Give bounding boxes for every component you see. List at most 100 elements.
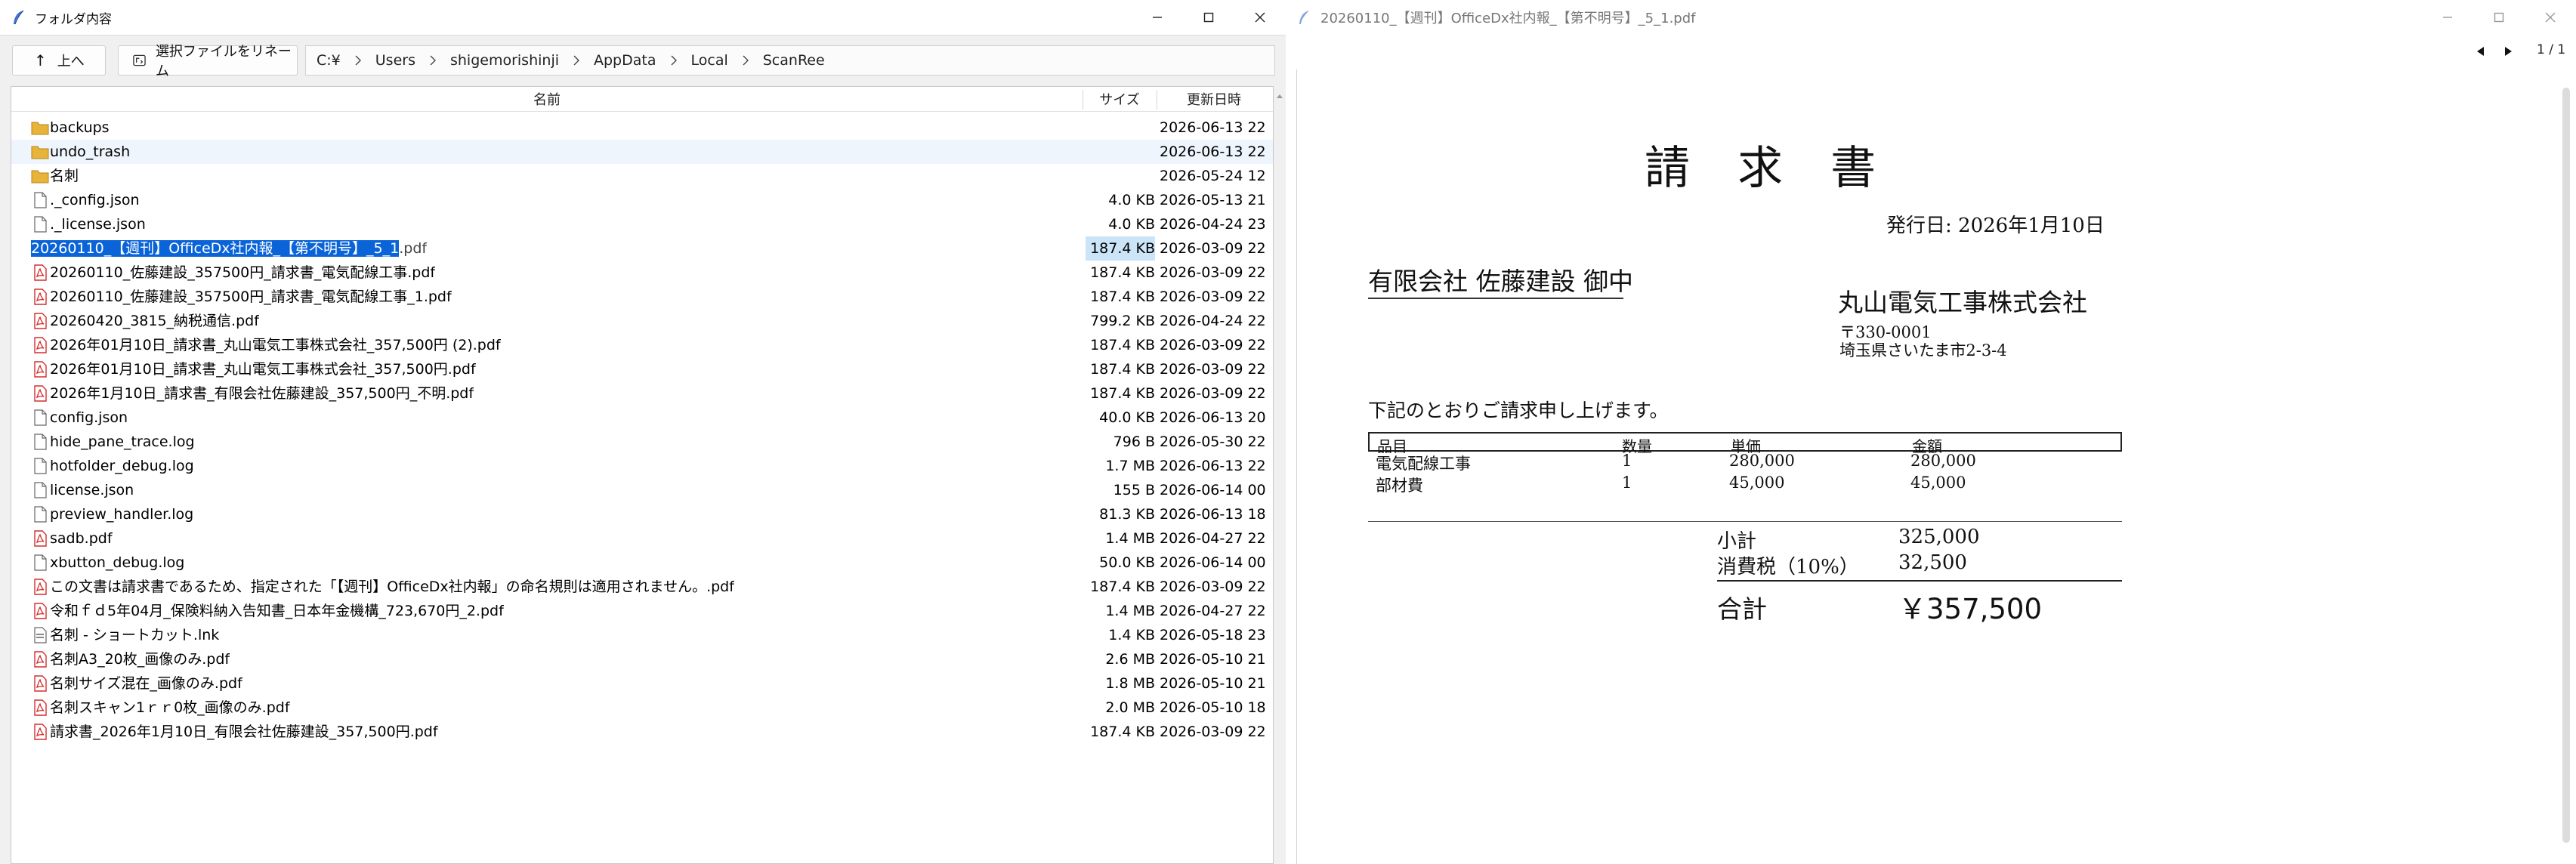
scroll-up-icon[interactable] (1275, 92, 1284, 101)
file-row[interactable]: 名刺 - ショートカット.lnk 1.4 KB 2026-05-18 23 (11, 623, 1273, 647)
file-row[interactable]: ._config.json 4.0 KB 2026-05-13 21 (11, 188, 1273, 212)
breadcrumb-item[interactable]: AppData (594, 52, 656, 69)
file-row[interactable]: license.json 155 B 2026-06-14 00 (11, 478, 1273, 502)
next-page-button[interactable] (2499, 42, 2517, 60)
file-name[interactable]: 20260110_佐藤建設_357500円_請求書_電気配線工事.pdf (50, 261, 435, 285)
file-name[interactable]: この文書は請求書であるため、指定された「【週刊】OfficeDx社内報」の命名規… (50, 575, 734, 599)
size-column-header[interactable]: サイズ (1083, 87, 1156, 111)
pdf-file-icon (31, 651, 49, 668)
issuer-address: 埼玉県さいたま市2-3-4 (1839, 341, 2007, 359)
chevron-right-icon (743, 55, 749, 66)
file-row[interactable]: 2026年1月10日_請求書_有限会社佐藤建設_357,500円_不明.pdf 1… (11, 381, 1273, 406)
file-size: 40.0 KB (1099, 409, 1155, 426)
file-name[interactable]: hide_pane_trace.log (50, 430, 195, 454)
file-row[interactable]: preview_handler.log 81.3 KB 2026-06-13 18 (11, 502, 1273, 526)
file-name[interactable]: ._license.json (50, 212, 146, 236)
close-icon (2545, 12, 2556, 23)
folder-window-titlebar[interactable]: フォルダ内容 (0, 0, 1286, 35)
file-name[interactable]: ._config.json (50, 188, 140, 212)
file-row[interactable]: hide_pane_trace.log 796 B 2026-05-30 22 (11, 430, 1273, 454)
file-name[interactable]: config.json (50, 406, 128, 430)
file-name[interactable]: license.json (50, 478, 134, 502)
file-row[interactable]: hotfolder_debug.log 1.7 MB 2026-06-13 22 (11, 454, 1273, 478)
prev-page-button[interactable] (2472, 42, 2490, 60)
file-modified: 2026-06-13 20 (1160, 409, 1266, 426)
file-list[interactable]: 名前 サイズ 更新日時 backups 2026-06-13 22 undo_tra… (11, 86, 1274, 864)
issuer-company: 丸山電気工事株式会社 (1838, 288, 2087, 317)
pane-splitter[interactable] (1274, 86, 1286, 864)
triangle-right-icon (2505, 47, 2512, 56)
file-extension: .pdf (399, 240, 428, 257)
breadcrumb-item[interactable]: Local (691, 52, 728, 69)
file-row[interactable]: sadb.pdf 1.4 MB 2026-04-27 22 (11, 526, 1273, 551)
pdf-canvas[interactable]: 請 求 書 発行日: 2026年1月10日 有限会社 佐藤建設 御中 丸山電気工… (1296, 69, 2560, 864)
file-row[interactable]: xbutton_debug.log 50.0 KB 2026-06-14 00 (11, 551, 1273, 575)
file-row[interactable]: config.json 40.0 KB 2026-06-13 20 (11, 406, 1273, 430)
file-name[interactable]: preview_handler.log (50, 502, 193, 526)
close-button[interactable] (2525, 0, 2576, 35)
file-row[interactable]: 2026年01月10日_請求書_丸山電気工事株式会社_357,500円.pdf 1… (11, 357, 1273, 381)
minimize-button[interactable] (2422, 0, 2473, 35)
file-name[interactable]: 名刺スキャン1ｒｒ0枚_画像のみ.pdf (50, 696, 290, 720)
name-column-header[interactable]: 名前 (11, 87, 1083, 111)
maximize-button[interactable] (1183, 0, 1234, 35)
row-unit-price: 280,000 (1729, 452, 1795, 470)
file-name[interactable]: sadb.pdf (50, 526, 113, 551)
folder-row[interactable]: undo_trash 2026-06-13 22 (11, 140, 1273, 164)
up-button[interactable]: ↑ 上へ (12, 45, 106, 76)
file-row[interactable]: 20260420_3815_納税通信.pdf 799.2 KB 2026-04-24… (11, 309, 1273, 333)
file-row[interactable]: この文書は請求書であるため、指定された「【週刊】OfficeDx社内報」の命名規… (11, 575, 1273, 599)
file-row[interactable]: 2026年01月10日_請求書_丸山電気工事株式会社_357,500円 (2).… (11, 333, 1273, 357)
file-modified: 2026-05-10 21 (1160, 675, 1266, 692)
file-name[interactable]: xbutton_debug.log (50, 551, 184, 575)
maximize-button[interactable] (2473, 0, 2525, 35)
file-size: 187.4 KB (1090, 361, 1155, 378)
file-icon (31, 409, 49, 426)
pdf-window-titlebar[interactable]: 20260110_【週刊】OfficeDx社内報_【第不明号】_5_1.pdf (1286, 0, 2576, 35)
file-name[interactable]: 2026年1月10日_請求書_有限会社佐藤建設_357,500円_不明.pdf (50, 381, 474, 406)
folder-row[interactable]: 名刺 2026-05-24 12 (11, 164, 1273, 188)
file-row[interactable]: 20260110_佐藤建設_357500円_請求書_電気配線工事_1.pdf 18… (11, 285, 1273, 309)
file-row[interactable]: 名刺サイズ混在_画像のみ.pdf 1.8 MB 2026-05-10 21 (11, 671, 1273, 696)
file-row[interactable]: 20260110_佐藤建設_357500円_請求書_電気配線工事.pdf 187.… (11, 261, 1273, 285)
file-name[interactable]: 請求書_2026年1月10日_有限会社佐藤建設_357,500円.pdf (50, 720, 438, 744)
breadcrumb-item[interactable]: ScanRee (763, 52, 825, 69)
minimize-button[interactable] (1132, 0, 1183, 35)
file-row[interactable]: ._license.json 4.0 KB 2026-04-24 23 (11, 212, 1273, 236)
invoice-table: 品目 数量 単価 金額 電気配線工事 1 280,000 280,000 部材費… (1368, 432, 2122, 495)
modified-column-header[interactable]: 更新日時 (1157, 87, 1271, 111)
file-size: 4.0 KB (1108, 216, 1155, 233)
file-name[interactable]: 令和ｆｄ5年04月_保険料納入告知書_日本年金機構_723,670円_2.pdf (50, 599, 504, 623)
file-row[interactable]: 名刺A3_20枚_画像のみ.pdf 2.6 MB 2026-05-10 21 (11, 647, 1273, 671)
file-name[interactable]: 名刺A3_20枚_画像のみ.pdf (50, 647, 230, 671)
file-name[interactable]: 名刺 - ショートカット.lnk (50, 623, 219, 647)
file-row[interactable]: 令和ｆｄ5年04月_保険料納入告知書_日本年金機構_723,670円_2.pdf… (11, 599, 1273, 623)
file-name[interactable]: backups (50, 116, 110, 140)
file-modified: 2026-06-13 22 (1160, 143, 1266, 160)
file-name[interactable]: 20260110_佐藤建設_357500円_請求書_電気配線工事_1.pdf (50, 285, 452, 309)
file-row[interactable]: 名刺スキャン1ｒｒ0枚_画像のみ.pdf 2.0 MB 2026-05-10 18 (11, 696, 1273, 720)
file-row[interactable]: 20260110_【週刊】OfficeDx社内報_【第不明号】_5_1.pdf 1… (11, 236, 1273, 261)
file-name[interactable]: hotfolder_debug.log (50, 454, 194, 478)
breadcrumb-item[interactable]: shigemorishinji (450, 52, 559, 69)
file-name[interactable]: 2026年01月10日_請求書_丸山電気工事株式会社_357,500円.pdf (50, 357, 476, 381)
up-arrow-icon: ↑ (34, 51, 47, 69)
folder-row[interactable]: backups 2026-06-13 22 (11, 116, 1273, 140)
breadcrumb-item[interactable]: Users (375, 52, 415, 69)
file-name[interactable]: 2026年01月10日_請求書_丸山電気工事株式会社_357,500円 (2).… (50, 333, 501, 357)
file-name[interactable]: 名刺サイズ混在_画像のみ.pdf (50, 671, 242, 696)
file-size: 4.0 KB (1108, 192, 1155, 208)
breadcrumb[interactable]: C:¥ Users shigemorishinji AppData Local … (305, 45, 1275, 76)
breadcrumb-item[interactable]: C:¥ (317, 52, 341, 69)
file-name[interactable]: 名刺 (50, 164, 79, 188)
file-name[interactable]: undo_trash (50, 140, 130, 164)
pdf-scrollbar[interactable] (2562, 88, 2570, 843)
file-name[interactable]: 20260110_【週刊】OfficeDx社内報_【第不明号】_5_1.pdf (31, 236, 427, 261)
file-modified: 2026-03-09 22 (1160, 579, 1266, 595)
file-name[interactable]: 20260420_3815_納税通信.pdf (50, 309, 259, 333)
rename-selected-button[interactable]: 選択ファイルをリネーム (118, 44, 298, 79)
close-button[interactable] (1234, 0, 1286, 35)
file-row[interactable]: 請求書_2026年1月10日_有限会社佐藤建設_357,500円.pdf 187.… (11, 720, 1273, 744)
subtotal-label: 小計 (1717, 530, 1757, 553)
rename-edit-selection[interactable]: 20260110_【週刊】OfficeDx社内報_【第不明号】_5_1 (31, 240, 400, 257)
